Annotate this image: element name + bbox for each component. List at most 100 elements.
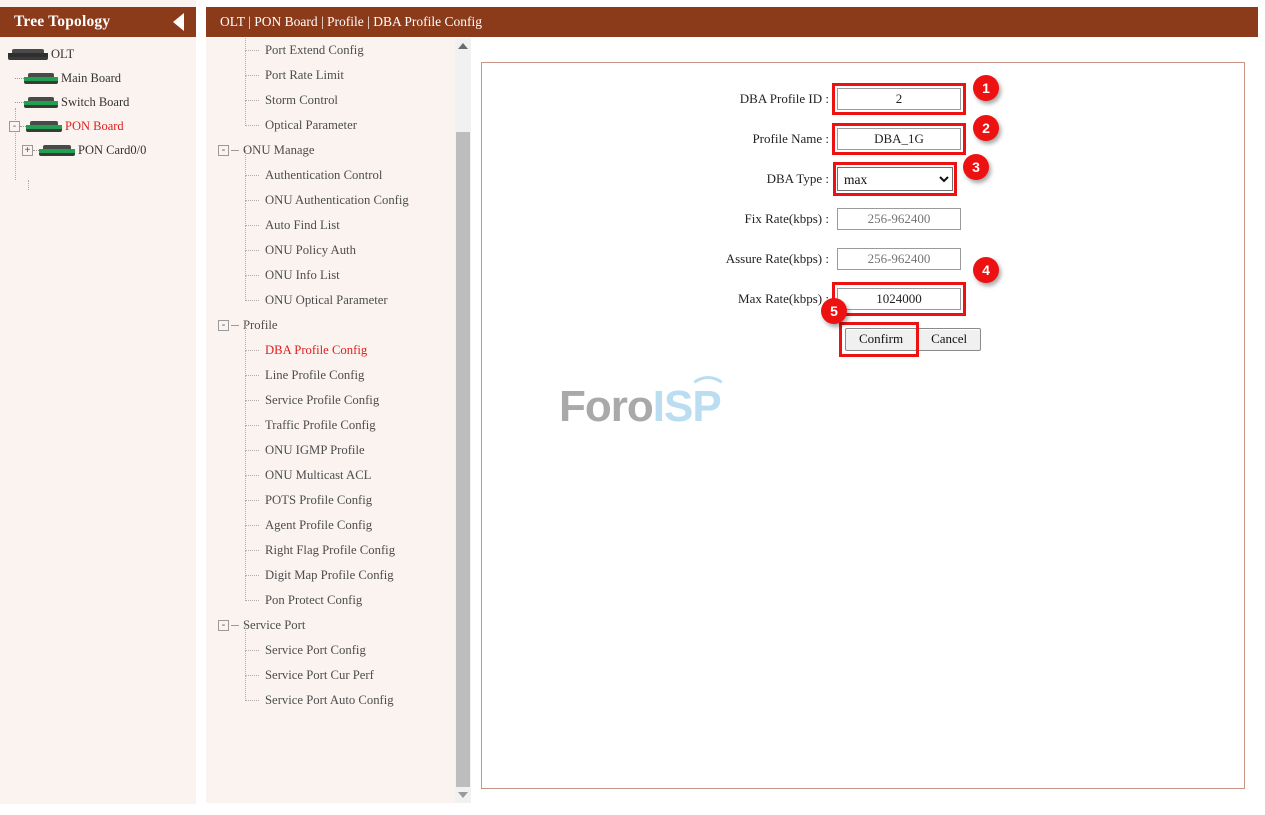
- menu-connector: [243, 175, 265, 213]
- profile-name-input[interactable]: [837, 128, 961, 150]
- confirm-control: Confirm 5: [821, 297, 919, 357]
- menu-connector: [243, 350, 265, 388]
- menu-item-label: Service Profile Config: [265, 393, 380, 407]
- menu-connector: [243, 250, 265, 288]
- menu-item-label: ONU Info List: [265, 268, 340, 282]
- menu-connector: [243, 500, 265, 538]
- menu-connector: [243, 650, 265, 688]
- menu-connector: [243, 425, 265, 463]
- menu-expander-icon[interactable]: -: [218, 320, 229, 331]
- dba-type-select[interactable]: max: [837, 167, 953, 191]
- watermark-text-foro: Foro: [559, 382, 654, 431]
- menu-connector: [243, 375, 265, 413]
- max-rate-input[interactable]: [837, 288, 961, 310]
- tree-node-label: Switch Board: [61, 94, 130, 109]
- menu-expander-icon[interactable]: -: [218, 145, 229, 156]
- menu-item-label: POTS Profile Config: [265, 493, 373, 507]
- menu-item-label: ONU IGMP Profile: [265, 443, 365, 457]
- menu-item-label: Agent Profile Config: [265, 518, 373, 532]
- tree-topology-title: Tree Topology: [14, 13, 111, 30]
- tree-node-main-board[interactable]: Main Board: [0, 66, 196, 90]
- assure-rate-input: [837, 248, 961, 270]
- profile-name-control: 2: [832, 115, 999, 155]
- annotation-badge-1: 1: [973, 75, 999, 101]
- confirm-button[interactable]: Confirm: [845, 327, 918, 351]
- scroll-down-arrow-icon[interactable]: [455, 787, 471, 803]
- menu-item-label: Right Flag Profile Config: [265, 543, 396, 557]
- tree-expander-expand-icon[interactable]: +: [22, 144, 33, 156]
- field-row-profile-name: Profile Name : 2: [482, 115, 1244, 159]
- menu-connector: [243, 38, 265, 63]
- dba-profile-form: DBA Profile ID : 1 Profile Name : 2 DBA: [482, 63, 1244, 359]
- menu-item-label: Optical Parameter: [265, 118, 357, 132]
- max-rate-label: Max Rate(kbps) :: [738, 291, 829, 306]
- dba-profile-id-input[interactable]: [837, 88, 961, 110]
- annotation-badge-4: 4: [973, 257, 999, 283]
- menu-item-label: Digit Map Profile Config: [265, 568, 394, 582]
- navigation-menu-list: Port Extend Config Port Rate Limit Storm C…: [206, 38, 471, 713]
- menu-connector: [243, 475, 265, 513]
- tree-node-pon-board[interactable]: - PON Board: [0, 114, 196, 138]
- menu-connector: [243, 400, 265, 438]
- menu-item-label: ONU Optical Parameter: [265, 293, 388, 307]
- navigation-menu-panel: Port Extend Config Port Rate Limit Storm C…: [206, 38, 471, 803]
- menu-connector: [243, 100, 265, 138]
- breadcrumb: OLT | PON Board | Profile | DBA Profile …: [220, 14, 482, 29]
- menu-connector: [243, 575, 265, 613]
- menu-item-label: Port Extend Config: [265, 43, 364, 57]
- tree-node-switch-board[interactable]: Switch Board: [0, 90, 196, 114]
- dba-profile-id-control: 1: [832, 75, 999, 115]
- menu-item-label: Line Profile Config: [265, 368, 365, 382]
- fix-rate-input: [837, 208, 961, 230]
- fix-rate-control: [837, 208, 961, 230]
- menu-item-label: ONU Multicast ACL: [265, 468, 372, 482]
- menu-item-label: Service Port: [243, 618, 306, 632]
- menu-connector: [231, 625, 239, 626]
- device-icon: [24, 72, 58, 84]
- profile-name-label: Profile Name :: [752, 131, 829, 146]
- menu-connector: [231, 150, 239, 151]
- tree-node-pon-card[interactable]: + PON Card0/0: [0, 138, 196, 162]
- menu-item-label: Service Port Auto Config: [265, 693, 394, 707]
- menu-item-optical-parameter[interactable]: Optical Parameter: [206, 100, 471, 138]
- menu-item-service-port-auto-config[interactable]: Service Port Auto Config: [206, 675, 471, 713]
- device-icon: [39, 144, 75, 156]
- menu-connector: [243, 75, 265, 113]
- tree-connector: [28, 180, 29, 190]
- tree-node-label: OLT: [51, 46, 75, 61]
- menu-item-label: Auto Find List: [265, 218, 340, 232]
- tree-node-olt[interactable]: OLT: [0, 42, 196, 66]
- breadcrumb-bar: OLT | PON Board | Profile | DBA Profile …: [206, 7, 1258, 37]
- device-icon: [8, 48, 48, 60]
- menu-item-onu-optical-parameter[interactable]: ONU Optical Parameter: [206, 275, 471, 313]
- menu-connector: [243, 275, 265, 313]
- menu-item-label: Service Port Cur Perf: [265, 668, 374, 682]
- scrollbar-thumb[interactable]: [456, 132, 470, 787]
- max-rate-control: 4: [832, 257, 999, 316]
- annotation-badge-5: 5: [821, 297, 847, 324]
- tree-expander-collapse-icon[interactable]: -: [9, 120, 20, 132]
- field-row-assure-rate: Assure Rate(kbps) :: [482, 239, 1244, 279]
- menu-item-label: Pon Protect Config: [265, 593, 363, 607]
- navigation-menu-scrollbar[interactable]: [455, 38, 471, 803]
- menu-item-label: Storm Control: [265, 93, 338, 107]
- tree-topology-header: Tree Topology: [0, 7, 196, 37]
- menu-connector: [243, 200, 265, 238]
- menu-item-label: Authentication Control: [265, 168, 383, 182]
- menu-connector: [243, 625, 265, 663]
- device-icon: [24, 96, 58, 108]
- tree-topology-panel: Tree Topology OLT Main Board Switch Boar…: [0, 0, 196, 804]
- tree-node-label: Main Board: [61, 70, 122, 85]
- dba-type-control: max 3: [833, 154, 989, 196]
- menu-connector: [243, 325, 265, 363]
- assure-rate-control: [837, 248, 961, 270]
- dba-profile-id-label: DBA Profile ID :: [739, 91, 829, 106]
- field-row-dba-profile-id: DBA Profile ID : 1: [482, 75, 1244, 119]
- cancel-button[interactable]: Cancel: [917, 327, 982, 351]
- menu-connector: [243, 450, 265, 488]
- menu-expander-icon[interactable]: -: [218, 620, 229, 631]
- menu-item-label: DBA Profile Config: [265, 343, 368, 357]
- scroll-up-arrow-icon[interactable]: [455, 38, 471, 54]
- triangle-left-icon[interactable]: [173, 13, 184, 31]
- menu-item-pon-protect-config[interactable]: Pon Protect Config: [206, 575, 471, 613]
